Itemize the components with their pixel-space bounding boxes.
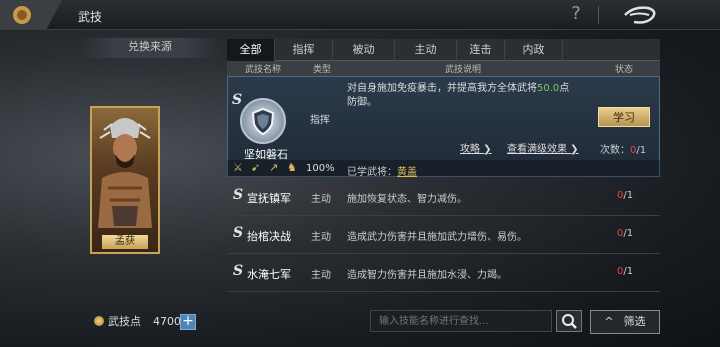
filter-button[interactable]: ^ 筛选 — [590, 310, 660, 334]
spear-icon: ↗ — [269, 161, 279, 174]
skill-points-value: 4700 — [153, 314, 181, 328]
strategy-link[interactable]: 攻略 ❯ — [460, 140, 492, 155]
max-effect-link[interactable]: 查看满级效果 ❯ — [507, 140, 579, 155]
warrior-figure-icon — [98, 118, 152, 228]
grade-mark: S — [233, 225, 244, 241]
count-total: /1 — [623, 190, 634, 201]
tab-combo[interactable]: 连击 — [457, 39, 505, 61]
weapon-type-icons: ⚔ ➹ ↗ ♞ — [233, 162, 299, 174]
skill-count: 0/1 — [617, 190, 633, 201]
shield-emblem-icon — [240, 98, 286, 144]
add-points-button[interactable]: + — [180, 314, 196, 330]
skill-description: 造成智力伤害并且施加水浸、力竭。 — [347, 270, 507, 281]
search-icon — [562, 314, 577, 329]
top-bar: 武技 ? — [0, 0, 720, 30]
tab-internal[interactable]: 内政 — [505, 39, 563, 61]
grade-mark: S — [233, 187, 244, 203]
desc-text: 对自身施加免疫暴击，并提高我方全体武将 — [347, 83, 537, 94]
exchange-source-label[interactable]: 兑换来源 — [80, 38, 220, 58]
shield-icon — [251, 107, 275, 136]
learned-general-name[interactable]: 黄盖 — [397, 167, 417, 178]
divider — [598, 6, 599, 24]
page-title: 武技 — [78, 10, 103, 24]
count-label: 次数： — [600, 145, 630, 156]
skill-row[interactable]: S 水淹七军 主动 造成智力伤害并且施加水浸、力竭。 0/1 — [227, 254, 660, 292]
search-button[interactable] — [556, 310, 582, 332]
skill-points-label: 武技点 — [108, 315, 141, 328]
skill-row[interactable]: S 宣抚镇军 主动 施加恢复状态、智力减伤。 0/1 — [227, 178, 660, 216]
horse-icon: ♞ — [287, 161, 297, 174]
header-desc: 武技说明 — [445, 65, 482, 75]
dragon-logo-icon[interactable] — [622, 4, 660, 26]
skill-name: 抬棺决战 — [247, 230, 291, 243]
skill-description: 施加恢复状态、智力减伤。 — [347, 194, 467, 205]
skill-count: 0/1 — [617, 228, 633, 239]
selected-skill-description: 对自身施加免疫暴击，并提高我方全体武将50.0点防御。 — [347, 82, 579, 110]
header-name: 武技名称 — [245, 65, 282, 75]
skill-name: 宣抚镇军 — [247, 192, 291, 205]
back-button[interactable] — [0, 0, 62, 30]
skill-count: 0/1 — [617, 266, 633, 277]
filter-label: 筛选 — [623, 315, 646, 328]
skill-type: 主动 — [311, 194, 331, 205]
skill-name: 水淹七军 — [247, 268, 291, 281]
compatibility-percent: 100% — [306, 163, 335, 174]
tab-command[interactable]: 指挥 — [275, 39, 333, 61]
skill-points: 武技点 4700 — [94, 313, 181, 329]
grade-mark: S — [233, 263, 244, 279]
tab-passive[interactable]: 被动 — [333, 39, 395, 61]
learned-generals: 已学武将：黄盖 — [347, 163, 417, 178]
count-total: /1 — [623, 228, 634, 239]
help-icon[interactable]: ? — [566, 3, 586, 24]
skill-type: 主动 — [311, 270, 331, 281]
skill-description: 造成武力伤害并且施加武力增伤、易伤。 — [347, 232, 527, 243]
learn-button[interactable]: 学习 — [598, 107, 650, 127]
coin-icon — [94, 316, 104, 326]
tab-all[interactable]: 全部 — [227, 39, 275, 61]
skill-row[interactable]: S 抬棺决战 主动 造成武力伤害并且施加武力增伤、易伤。 0/1 — [227, 216, 660, 254]
bow-icon: ➹ — [251, 161, 261, 174]
usage-count: 次数：0/1 — [600, 141, 646, 156]
general-portrait[interactable]: 孟获 — [90, 106, 160, 254]
grade-mark: S — [232, 92, 243, 108]
skill-search-input[interactable] — [370, 310, 552, 332]
general-name-plate: 孟获 — [102, 235, 148, 249]
tab-active[interactable]: 主动 — [395, 39, 457, 61]
header-type: 类型 — [313, 65, 332, 75]
category-tabs: 全部 指挥 被动 主动 连击 内政 — [227, 39, 660, 61]
count-total: /1 — [623, 266, 634, 277]
selected-skill-type: 指挥 — [310, 115, 330, 126]
sword-icon: ⚔ — [233, 161, 243, 174]
table-header: 武技名称 类型 武技说明 状态 — [227, 61, 660, 76]
skill-type: 主动 — [311, 232, 331, 243]
desc-value: 50.0 — [537, 83, 560, 94]
chevron-up-icon: ^ — [604, 315, 614, 328]
learned-label: 已学武将： — [347, 167, 397, 178]
header-status: 状态 — [615, 65, 634, 75]
count-total: /1 — [636, 145, 647, 156]
